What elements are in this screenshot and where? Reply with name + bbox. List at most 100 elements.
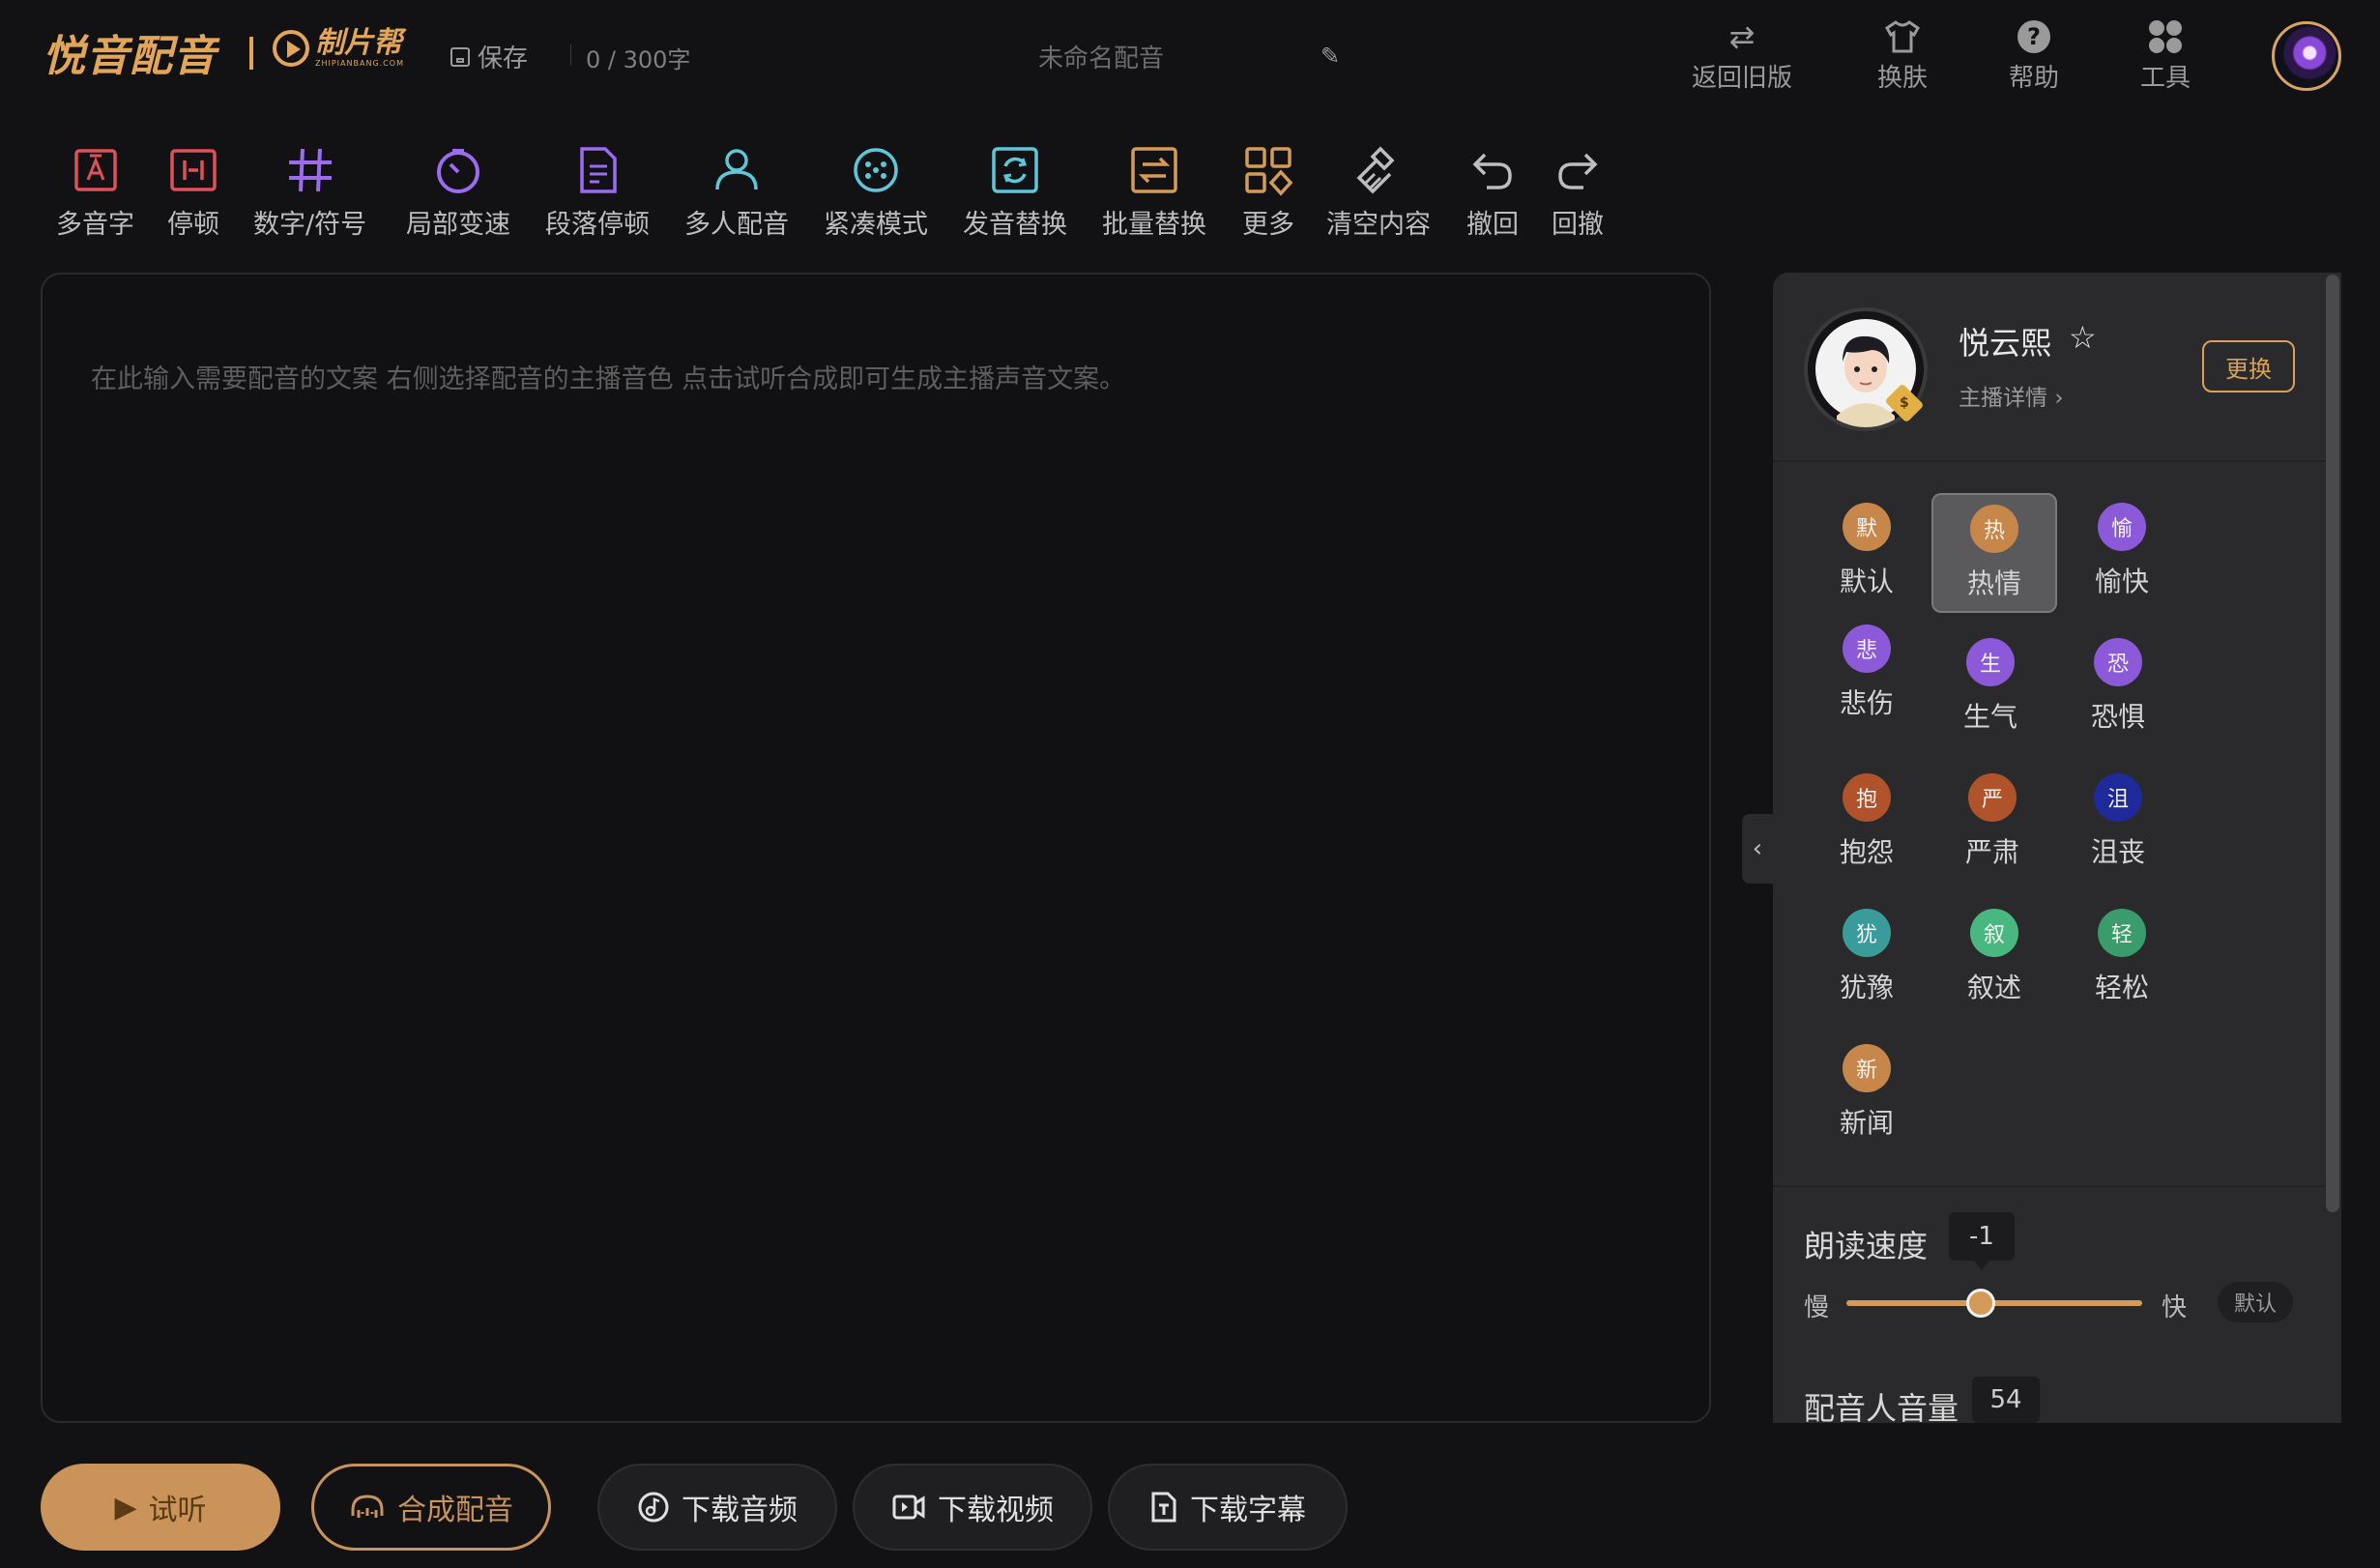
tools-icon: [2147, 15, 2184, 58]
collapse-panel-button[interactable]: ‹: [1742, 814, 1773, 884]
synthesize-button[interactable]: 合成配音: [311, 1464, 551, 1551]
emotion-icon: 严: [1968, 773, 2017, 822]
project-title[interactable]: 未命名配音: [1038, 39, 1164, 74]
tool-label: 清空内容: [1326, 210, 1431, 240]
tool-label: 停顿: [167, 210, 219, 240]
partner-logo[interactable]: 制片帮 ZHIPIANBANG.COM: [273, 29, 404, 68]
play-icon: ▶: [114, 1490, 137, 1524]
emotion-label: 恐惧: [2090, 701, 2145, 733]
more-icon: [1245, 147, 1293, 196]
emotion-icon: 热: [1970, 505, 2018, 553]
tool-compact-mode[interactable]: 紧凑模式: [824, 143, 928, 241]
emotion-news[interactable]: 新 新闻: [1804, 1044, 1930, 1141]
emotion-icon: 叙: [1970, 909, 2018, 957]
shirt-icon: [1883, 15, 1922, 58]
tool-multi-voice[interactable]: 多人配音: [684, 143, 789, 241]
emotion-icon: 沮: [2094, 773, 2142, 822]
speed-value-tooltip: -1: [1949, 1212, 2015, 1270]
script-editor[interactable]: [41, 273, 1711, 1423]
emotion-label: 热情: [1966, 567, 2021, 599]
clear-icon: [1356, 146, 1395, 194]
preview-label: 试听: [148, 1494, 207, 1527]
emotion-narrate[interactable]: 叙 叙述: [1931, 909, 2057, 1005]
panel-scrollbar[interactable]: [2326, 275, 2339, 1212]
download-audio-button[interactable]: 下载音频: [597, 1464, 837, 1551]
emotion-icon: 恐: [2094, 638, 2142, 686]
speed-label: 朗读速度: [1804, 1228, 1929, 1264]
save-label: 保存: [478, 44, 529, 73]
app-logo[interactable]: 悦音配音: [43, 21, 217, 83]
undo-icon: [1472, 153, 1512, 189]
anchor-detail-link[interactable]: 主播详情 ›: [1959, 379, 2064, 412]
help-button[interactable]: ? 帮助: [2009, 15, 2059, 94]
emotion-angry[interactable]: 生 生气: [1928, 638, 2053, 735]
paragraph-pause-icon: [580, 147, 617, 193]
tool-clear-content[interactable]: 清空内容: [1326, 143, 1431, 241]
music-disc-icon: [638, 1492, 669, 1523]
tool-redo[interactable]: 回撤: [1551, 143, 1605, 241]
emotion-sad[interactable]: 悲 悲伤: [1804, 624, 1930, 721]
tool-pause[interactable]: 停顿: [166, 143, 220, 241]
help-icon: ?: [2016, 15, 2052, 58]
video-icon: [892, 1495, 925, 1520]
save-icon: [450, 46, 470, 67]
user-avatar[interactable]: [2272, 21, 2341, 91]
emotion-label: 愉快: [2094, 566, 2149, 597]
emotion-happy[interactable]: 愉 愉快: [2059, 503, 2185, 599]
emotion-label: 轻松: [2094, 972, 2149, 1003]
speed-reset-button[interactable]: 默认: [2218, 1282, 2293, 1322]
hash-icon: [288, 148, 332, 192]
preview-button[interactable]: ▶ 试听: [41, 1464, 280, 1551]
tool-number-symbol[interactable]: 数字/符号: [253, 143, 366, 241]
tool-undo[interactable]: 撤回: [1466, 143, 1520, 241]
emotion-relaxed[interactable]: 轻 轻松: [2059, 909, 2185, 1005]
tool-pronounce-replace[interactable]: 发音替换: [963, 143, 1067, 241]
download-video-button[interactable]: 下载视频: [853, 1464, 1092, 1551]
emotion-serious[interactable]: 严 严肃: [1930, 773, 2055, 870]
back-to-old-version-button[interactable]: ⇄ 返回旧版: [1692, 15, 1792, 94]
anchor-detail-label: 主播详情: [1959, 386, 2047, 411]
tool-local-speed[interactable]: 局部变速: [406, 143, 510, 241]
speed-slow-label: 慢: [1804, 1293, 1830, 1322]
save-button[interactable]: 保存: [450, 39, 528, 74]
chevron-right-icon: ›: [2054, 386, 2064, 411]
download-subtitle-button[interactable]: 下载字幕: [1108, 1464, 1348, 1551]
redo-icon: [1558, 153, 1598, 189]
emotion-label: 叙述: [1966, 972, 2021, 1003]
chevron-left-icon: ‹: [1752, 834, 1763, 863]
emotion-label: 悲伤: [1839, 687, 1894, 719]
emotion-depressed[interactable]: 沮 沮丧: [2055, 773, 2181, 870]
partner-logo-text: 制片帮: [315, 26, 402, 60]
emotion-complain[interactable]: 抱 抱怨: [1804, 773, 1930, 870]
emotion-icon: 悲: [1843, 624, 1891, 673]
tool-more[interactable]: 更多: [1241, 143, 1295, 241]
speed-slider-thumb[interactable]: [1966, 1289, 1995, 1318]
emotion-icon: 犹: [1843, 909, 1891, 957]
swap-icon: ⇄: [1728, 18, 1756, 55]
volume-value[interactable]: 54: [1972, 1377, 2040, 1423]
download-subtitle-label: 下载字幕: [1190, 1494, 1306, 1527]
char-count: 0 / 300字: [586, 46, 691, 73]
favorite-star-icon[interactable]: ☆: [2069, 319, 2097, 356]
emotion-label: 新闻: [1839, 1107, 1894, 1139]
emotion-passionate[interactable]: 热 热情: [1931, 493, 2057, 613]
emotion-label: 生气: [1962, 701, 2017, 733]
multi-voice-icon: [715, 149, 758, 190]
partner-logo-domain: ZHIPIANBANG.COM: [315, 59, 404, 68]
emotion-default[interactable]: 默 默认: [1804, 503, 1930, 599]
emotion-icon: 新: [1843, 1044, 1891, 1092]
change-skin-button[interactable]: 换肤: [1877, 15, 1928, 94]
tools-button[interactable]: 工具: [2140, 15, 2191, 94]
polyphone-icon: [73, 149, 117, 191]
emotion-fear[interactable]: 恐 恐惧: [2055, 638, 2181, 735]
edit-title-icon[interactable]: ✎: [1321, 43, 1340, 70]
change-anchor-button[interactable]: 更换: [2202, 340, 2295, 392]
emotion-hesitant[interactable]: 犹 犹豫: [1804, 909, 1930, 1005]
logo-divider: [249, 37, 253, 70]
tool-label: 多人配音: [684, 210, 789, 240]
tool-polyphone[interactable]: 多音字: [56, 143, 134, 241]
emotion-icon: 生: [1966, 638, 2015, 686]
tool-paragraph-pause[interactable]: 段落停顿: [545, 143, 650, 241]
tool-batch-replace[interactable]: 批量替换: [1102, 143, 1206, 241]
emotion-icon: 默: [1843, 503, 1891, 551]
